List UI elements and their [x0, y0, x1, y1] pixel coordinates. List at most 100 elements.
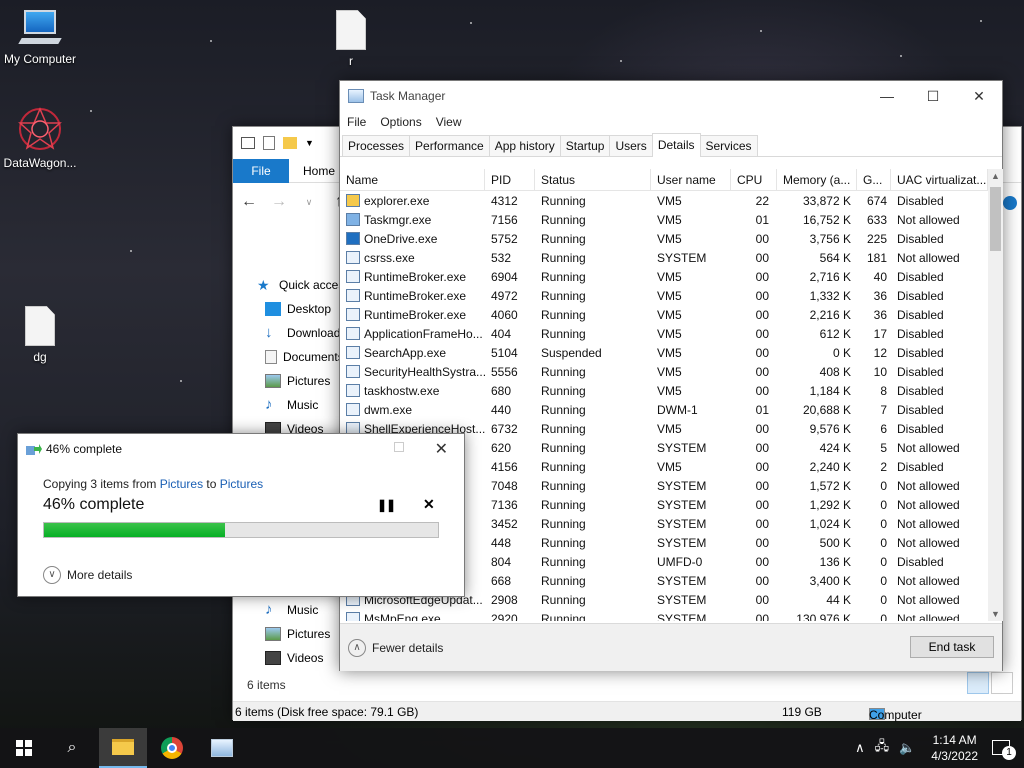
column-header-gdi[interactable]: G... [857, 169, 891, 191]
taskbar-file-explorer[interactable] [99, 728, 147, 768]
volume-icon[interactable]: 🔈 [899, 740, 915, 756]
checkmark-icon[interactable] [263, 136, 275, 150]
table-row[interactable]: Taskmgr.exe 7156 Running VM5 01 16,752 K 633 No… [340, 210, 988, 229]
help-icon[interactable] [1003, 196, 1017, 210]
tab-users[interactable]: Users [609, 135, 653, 156]
fewer-details-button[interactable]: ∧ Fewer details [348, 639, 443, 657]
maximize-button[interactable] [394, 442, 404, 452]
notification-center-button[interactable]: 1 [992, 738, 1016, 760]
start-button[interactable] [0, 728, 48, 768]
desktop-icon-r[interactable]: r [311, 10, 391, 68]
large-icons-view-icon[interactable] [991, 672, 1013, 694]
minimize-button[interactable]: — [864, 81, 910, 111]
table-row[interactable]: explorer.exe 4312 Running VM5 22 33,872 K 674 D… [340, 191, 988, 210]
nav-item-videos[interactable]: Videos [265, 646, 349, 670]
column-header-pid[interactable]: PID [485, 169, 535, 191]
process-pid: 5104 [491, 345, 518, 360]
folder-icon[interactable] [283, 137, 297, 149]
nav-item-music[interactable]: ♪ Music [265, 393, 349, 417]
menu-options[interactable]: Options [380, 115, 421, 129]
nav-item-quick-access[interactable]: ★ Quick access [257, 273, 349, 297]
table-row[interactable]: MsMpEng.exe 2920 Running SYSTEM 00 130,976 K 0… [340, 609, 988, 621]
menu-file[interactable]: File [347, 115, 366, 129]
desktop-icon-dg[interactable]: dg [0, 306, 80, 364]
process-pid: 7156 [491, 212, 518, 227]
process-name-label: OneDrive.exe [364, 231, 438, 246]
end-task-button[interactable]: End task [910, 636, 994, 658]
process-user: UMFD-0 [657, 554, 703, 569]
desktop-icon-datawagon[interactable]: DataWagon... [0, 106, 80, 170]
table-row[interactable]: SecurityHealthSystra... 5556 Running VM5 00 4… [340, 362, 988, 381]
chevron-down-icon[interactable]: ▼ [305, 138, 314, 148]
tab-file[interactable]: File [233, 159, 289, 183]
desktop-icon-my-computer[interactable]: My Computer [0, 8, 80, 66]
nav-item-music[interactable]: ♪ Music [265, 598, 349, 622]
nav-item-pictures[interactable]: Pictures [265, 369, 349, 393]
process-icon [346, 308, 360, 321]
scroll-up-icon[interactable]: ▲ [988, 171, 1003, 181]
column-header-name[interactable]: Name [340, 169, 485, 191]
maximize-button[interactable]: ☐ [910, 81, 956, 111]
pause-button[interactable]: ❚❚ [377, 498, 396, 512]
pictures-icon [265, 627, 281, 641]
close-button[interactable]: ✕ [956, 81, 1002, 111]
process-pid: 2908 [491, 592, 518, 607]
tab-services[interactable]: Services [699, 135, 758, 156]
column-header-uac[interactable]: UAC virtualizat... [891, 169, 988, 191]
forward-arrow-icon[interactable]: → [271, 193, 287, 211]
close-button[interactable]: ✕ [435, 439, 448, 459]
process-gdi: 7 [880, 402, 887, 417]
title-bar[interactable]: 46% complete ✕ [18, 434, 464, 464]
process-pid: 404 [491, 326, 512, 341]
table-row[interactable]: csrss.exe 532 Running SYSTEM 00 564 K 181 Not a… [340, 248, 988, 267]
details-view-icon[interactable] [967, 672, 989, 694]
nav-item-pictures[interactable]: Pictures [265, 622, 349, 646]
process-memory: 44 K [826, 592, 851, 607]
table-row[interactable]: SearchApp.exe 5104 Suspended VM5 00 0 K 12 Disa… [340, 343, 988, 362]
tab-performance[interactable]: Performance [409, 135, 490, 156]
column-header-cpu[interactable]: CPU [731, 169, 777, 191]
tab-home[interactable]: Home [303, 159, 335, 183]
taskbar-task-manager[interactable] [198, 728, 246, 768]
process-status: Running [541, 478, 586, 493]
back-arrow-icon[interactable]: ← [241, 193, 257, 211]
table-row[interactable]: dwm.exe 440 Running DWM-1 01 20,688 K 7 Disable… [340, 400, 988, 419]
tab-details[interactable]: Details [651, 133, 701, 157]
table-row[interactable]: RuntimeBroker.exe 4060 Running VM5 00 2,216 K… [340, 305, 988, 324]
table-row[interactable]: OneDrive.exe 5752 Running VM5 00 3,756 K 225 Di… [340, 229, 988, 248]
column-header-status[interactable]: Status [535, 169, 651, 191]
tab-app-history[interactable]: App history [488, 135, 561, 156]
table-row[interactable]: RuntimeBroker.exe 4972 Running VM5 00 1,332 K… [340, 286, 988, 305]
table-row[interactable]: taskhostw.exe 680 Running VM5 00 1,184 K 8 Disa… [340, 381, 988, 400]
properties-icon[interactable] [241, 137, 255, 149]
clock[interactable]: 1:14 AM 4/3/2022 [931, 732, 978, 764]
cancel-button[interactable]: ✕ [423, 496, 435, 513]
table-row[interactable]: RuntimeBroker.exe 6904 Running VM5 00 2,716 K… [340, 267, 988, 286]
vertical-scrollbar[interactable]: ▲ ▼ [988, 169, 1003, 621]
source-folder-link[interactable]: Pictures [160, 477, 203, 491]
nav-item-desktop[interactable]: Desktop [265, 297, 349, 321]
process-name: explorer.exe [340, 194, 485, 208]
menu-view[interactable]: View [436, 115, 462, 129]
copy-progress-dialog[interactable]: 46% complete ✕ Copying 3 items from Pict… [17, 433, 465, 597]
destination-folder-link[interactable]: Pictures [220, 477, 263, 491]
column-header-user[interactable]: User name [651, 169, 731, 191]
taskbar-chrome[interactable] [148, 728, 196, 768]
process-pid: 532 [491, 250, 512, 265]
tab-processes[interactable]: Processes [342, 135, 411, 156]
nav-item-downloads[interactable]: ↓ Downloads [265, 321, 349, 345]
process-memory: 408 K [819, 364, 851, 379]
tab-startup[interactable]: Startup [559, 135, 611, 156]
nav-item-documents[interactable]: Documents [265, 345, 349, 369]
search-button[interactable]: ⌕ [48, 728, 96, 768]
column-header-memory[interactable]: Memory (a... [777, 169, 857, 191]
chevron-up-icon[interactable]: ∧ [855, 740, 865, 756]
table-row[interactable]: ApplicationFrameHo... 404 Running VM5 00 612 … [340, 324, 988, 343]
scrollbar-thumb[interactable] [990, 187, 1001, 251]
scroll-down-icon[interactable]: ▼ [988, 609, 1003, 619]
process-gdi: 6 [880, 421, 887, 436]
chevron-down-icon[interactable]: ∨ [301, 193, 317, 211]
network-icon[interactable]: 🖧 [875, 737, 890, 759]
title-bar[interactable]: Task Manager — ☐ ✕ [340, 81, 1002, 111]
more-details-button[interactable]: ∨ More details [43, 566, 132, 584]
